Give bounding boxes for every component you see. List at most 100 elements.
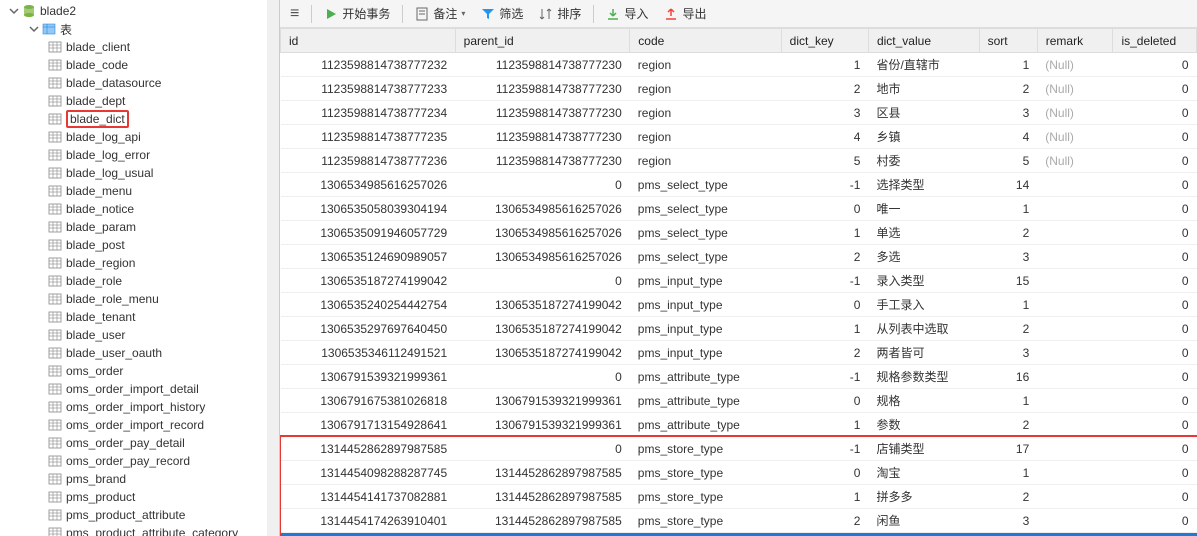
cell-parent_id[interactable]: 1123598814738777230: [455, 53, 630, 77]
cell-remark[interactable]: [1037, 389, 1113, 413]
cell-remark[interactable]: (Null): [1037, 53, 1113, 77]
cell-dict_value[interactable]: 拼多多: [868, 485, 979, 509]
cell-sort[interactable]: 3: [979, 509, 1037, 533]
cell-parent_id[interactable]: 0: [455, 365, 630, 389]
column-header[interactable]: dict_value: [868, 29, 979, 53]
column-header[interactable]: id: [281, 29, 456, 53]
cell-dict_value[interactable]: 闲鱼: [868, 509, 979, 533]
table-node[interactable]: blade_menu: [0, 182, 279, 200]
cell-remark[interactable]: [1037, 341, 1113, 365]
cell-code[interactable]: pms_input_type: [630, 293, 781, 317]
cell-parent_id[interactable]: 1123598814738777230: [455, 125, 630, 149]
cell-remark[interactable]: [1037, 317, 1113, 341]
cell-is_deleted[interactable]: 0: [1113, 317, 1197, 341]
table-row[interactable]: 13067917131549286411306791539321999361pm…: [281, 413, 1197, 437]
cell-code[interactable]: region: [630, 101, 781, 125]
table-row[interactable]: 13144541417370828811314452862897987585pm…: [281, 485, 1197, 509]
cell-dict_key[interactable]: 2: [781, 509, 868, 533]
cell-sort[interactable]: 2: [979, 317, 1037, 341]
cell-dict_value[interactable]: 规格: [868, 389, 979, 413]
cell-sort[interactable]: 16: [979, 365, 1037, 389]
cell-sort[interactable]: 15: [979, 269, 1037, 293]
cell-parent_id[interactable]: 1306534985616257026: [455, 197, 630, 221]
table-row[interactable]: 13144541742639104011314452862897987585pm…: [281, 509, 1197, 533]
cell-remark[interactable]: (Null): [1037, 77, 1113, 101]
table-row[interactable]: 13065350919460577291306534985616257026pm…: [281, 221, 1197, 245]
collapse-icon[interactable]: [8, 5, 20, 17]
cell-dict_key[interactable]: 2: [781, 77, 868, 101]
cell-id[interactable]: 1123598814738777235: [281, 125, 456, 149]
cell-dict_value[interactable]: 参数: [868, 413, 979, 437]
table-row[interactable]: 13067915393219993610pms_attribute_type-1…: [281, 365, 1197, 389]
export-button[interactable]: 导出: [658, 3, 712, 24]
cell-sort[interactable]: 14: [979, 173, 1037, 197]
table-node[interactable]: blade_post: [0, 236, 279, 254]
cell-is_deleted[interactable]: 0: [1113, 461, 1197, 485]
cell-id[interactable]: 1306791675381026818: [281, 389, 456, 413]
cell-dict_key[interactable]: 1: [781, 221, 868, 245]
import-button[interactable]: 导入: [600, 3, 654, 24]
cell-is_deleted[interactable]: 0: [1113, 221, 1197, 245]
table-node[interactable]: oms_order_pay_record: [0, 452, 279, 470]
cell-code[interactable]: pms_attribute_type: [630, 413, 781, 437]
cell-dict_value[interactable]: 京东: [868, 533, 979, 536]
cell-sort[interactable]: 2: [979, 77, 1037, 101]
db-tree-sidebar[interactable]: blade2 表 blade_clientblade_codeblade_dat…: [0, 0, 280, 536]
table-node[interactable]: oms_order_pay_detail: [0, 434, 279, 452]
cell-parent_id[interactable]: 1306535187274199042: [455, 293, 630, 317]
cell-dict_key[interactable]: 5: [781, 149, 868, 173]
cell-is_deleted[interactable]: 0: [1113, 125, 1197, 149]
table-row[interactable]: 13065352402544427541306535187274199042pm…: [281, 293, 1197, 317]
cell-is_deleted[interactable]: 0: [1113, 485, 1197, 509]
table-row[interactable]: 11235988147387772321123598814738777230re…: [281, 53, 1197, 77]
cell-remark[interactable]: (Null): [1037, 101, 1113, 125]
cell-dict_key[interactable]: 0: [781, 389, 868, 413]
cell-is_deleted[interactable]: 0: [1113, 365, 1197, 389]
cell-id[interactable]: 1306535240254442754: [281, 293, 456, 317]
filter-button[interactable]: 筛选: [475, 3, 529, 24]
table-node[interactable]: blade_role_menu: [0, 290, 279, 308]
cell-sort[interactable]: 3: [979, 245, 1037, 269]
table-row[interactable]: 13067916753810268181306791539321999361pm…: [281, 389, 1197, 413]
cell-dict_key[interactable]: -1: [781, 437, 868, 461]
cell-dict_key[interactable]: 0: [781, 461, 868, 485]
cell-sort[interactable]: 1: [979, 53, 1037, 77]
cell-id[interactable]: 1306791713154928641: [281, 413, 456, 437]
cell-id[interactable]: 1306791539321999361: [281, 365, 456, 389]
cell-is_deleted[interactable]: 0: [1113, 437, 1197, 461]
table-node[interactable]: oms_order_import_detail: [0, 380, 279, 398]
cell-dict_value[interactable]: 手工录入: [868, 293, 979, 317]
cell-remark[interactable]: [1037, 197, 1113, 221]
cell-id[interactable]: 1123598814738777232: [281, 53, 456, 77]
cell-id[interactable]: 1314454141737082881: [281, 485, 456, 509]
cell-is_deleted[interactable]: 0: [1113, 245, 1197, 269]
cell-remark[interactable]: [1037, 245, 1113, 269]
cell-dict_value[interactable]: 乡镇: [868, 125, 979, 149]
table-node[interactable]: blade_user_oauth: [0, 344, 279, 362]
cell-dict_key[interactable]: 3: [781, 101, 868, 125]
table-row[interactable]: 13065351246909890571306534985616257026pm…: [281, 245, 1197, 269]
cell-code[interactable]: pms_store_type: [630, 461, 781, 485]
table-node[interactable]: blade_log_api: [0, 128, 279, 146]
table-row[interactable]: 11235988147387772341123598814738777230re…: [281, 101, 1197, 125]
cell-dict_key[interactable]: 1: [781, 413, 868, 437]
cell-id[interactable]: 1314452862897987585: [281, 437, 456, 461]
cell-id[interactable]: 1314454214663446529: [281, 533, 456, 536]
start-transaction-button[interactable]: 开始事务: [318, 3, 396, 24]
cell-is_deleted[interactable]: 0: [1113, 197, 1197, 221]
table-node[interactable]: blade_param: [0, 218, 279, 236]
db-node[interactable]: blade2: [0, 2, 279, 20]
cell-code[interactable]: pms_store_type: [630, 533, 781, 536]
cell-id[interactable]: 1314454174263910401: [281, 509, 456, 533]
cell-sort[interactable]: 3: [979, 341, 1037, 365]
table-row[interactable]: 13065352976976404501306535187274199042pm…: [281, 317, 1197, 341]
cell-is_deleted[interactable]: 0: [1113, 413, 1197, 437]
cell-parent_id[interactable]: 0: [455, 269, 630, 293]
cell-remark[interactable]: [1037, 461, 1113, 485]
table-row[interactable]: 13065350580393041941306534985616257026pm…: [281, 197, 1197, 221]
cell-remark[interactable]: [1037, 221, 1113, 245]
cell-dict_value[interactable]: 两者皆可: [868, 341, 979, 365]
cell-is_deleted[interactable]: 0: [1113, 341, 1197, 365]
table-row[interactable]: 13144542146634465291314452862897987585pm…: [281, 533, 1197, 536]
table-node[interactable]: blade_tenant: [0, 308, 279, 326]
